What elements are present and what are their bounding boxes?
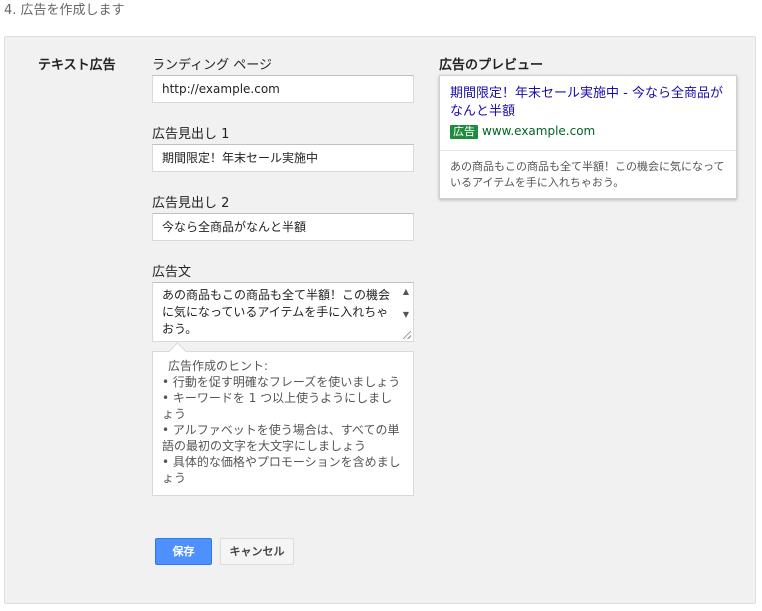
scroll-up-icon[interactable]: ▲: [403, 288, 409, 296]
cancel-button[interactable]: キャンセル: [220, 538, 294, 565]
preview-label: 広告のプレビュー: [439, 58, 544, 73]
hint-item: • 行動を促す明確なフレーズを使いましょう: [162, 375, 401, 389]
preview-headline[interactable]: 期間限定！年末セール実施中 - 今なら全商品がなんと半額: [450, 85, 726, 121]
preview-url: www.example.com: [482, 124, 596, 138]
hint-item: • キーワードを 1 つ以上使うようにしましょう: [162, 391, 393, 421]
ad-badge: 広告: [450, 125, 478, 139]
preview-description: あの商品もこの商品も全て半額！この機会に気になっているアイテムを手に入れちゃおう…: [450, 160, 725, 189]
hint-item: • アルファベットを使う場合は、すべての単語の最初の文字を大文字にしましょう: [162, 423, 400, 453]
scroll-down-icon[interactable]: ▼: [403, 311, 409, 319]
ad-hints-box: 広告作成のヒント: • 行動を促す明確なフレーズを使いましょう • キーワードを…: [152, 351, 414, 496]
ad-editor-panel: テキスト広告 ランディング ページ http://example.com 広告見…: [4, 36, 756, 604]
headline2-input[interactable]: 今なら全商品がなんと半額: [152, 213, 414, 241]
section-label-text-ad: テキスト広告: [38, 58, 116, 73]
ad-text-label: 広告文: [152, 265, 192, 280]
ad-preview-card: 期間限定！年末セール実施中 - 今なら全商品がなんと半額 広告 www.examp…: [439, 75, 737, 199]
landing-page-input[interactable]: http://example.com: [152, 75, 414, 103]
step-title: 4. 広告を作成します: [4, 3, 125, 18]
resize-handle-icon[interactable]: [403, 331, 411, 339]
headline1-label: 広告見出し 1: [152, 127, 230, 142]
ad-text-value: あの商品もこの商品も全て半額！この機会に気になっているアイテムを手に入れちゃおう…: [162, 288, 391, 336]
save-button[interactable]: 保存: [155, 538, 212, 565]
ad-text-textarea[interactable]: あの商品もこの商品も全て半額！この機会に気になっているアイテムを手に入れちゃおう…: [152, 282, 414, 342]
headline1-input[interactable]: 期間限定！年末セール実施中: [152, 144, 414, 172]
hint-item: • 具体的な価格やプロモーションを含めましょう: [162, 455, 401, 485]
landing-page-label: ランディング ページ: [152, 58, 272, 73]
headline2-label: 広告見出し 2: [152, 196, 230, 211]
hints-title: 広告作成のヒント:: [168, 359, 269, 373]
